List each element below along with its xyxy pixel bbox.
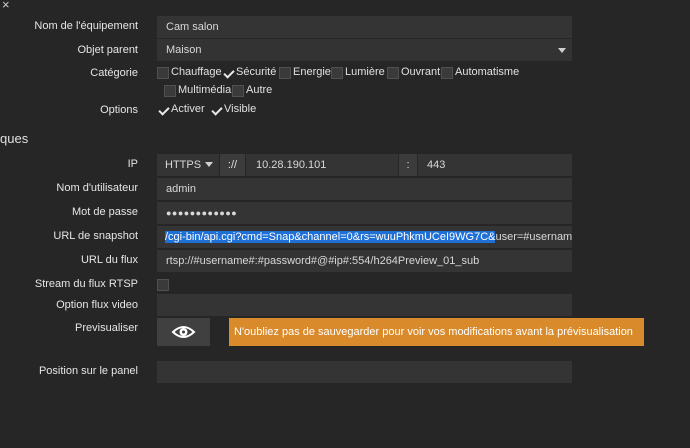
checkbox-visible[interactable] (210, 104, 222, 116)
checkbox-energie[interactable] (279, 67, 291, 79)
checkbox-rtsp[interactable] (157, 279, 169, 291)
label-category: Catégorie (90, 67, 138, 79)
port-input[interactable]: 443 (418, 154, 572, 176)
parent-select-value: Maison (166, 44, 202, 56)
checkbox-ouvrant[interactable] (387, 67, 399, 79)
snapshot-url-input[interactable]: /cgi-bin/api.cgi?cmd=Snap&channel=0&rs=w… (157, 226, 572, 248)
label-username: Nom d'utilisateur (56, 182, 138, 194)
parent-select[interactable]: Maison (157, 39, 572, 61)
label-preview: Previsualiser (75, 322, 138, 334)
label-panel-position: Position sur le panel (38, 365, 138, 377)
label-snapshot-url: URL de snapshot (53, 230, 138, 242)
checkbox-automatisme[interactable] (441, 67, 453, 79)
name-input[interactable]: Cam salon (157, 16, 572, 38)
stream-url-input[interactable]: rtsp://#username#:#password#@#ip#:554/h2… (157, 250, 572, 272)
save-warning-banner: N'oubliez pas de sauvegarder pour voir v… (229, 318, 644, 346)
label-name: Nom de l'équipement (34, 20, 138, 32)
checkbox-autre[interactable] (232, 85, 244, 97)
checkbox-label-securite: Sécurité (236, 66, 277, 78)
preview-button[interactable] (157, 318, 210, 346)
checkbox-label-ouvrant: Ouvrant (401, 66, 441, 78)
checkbox-lumiere[interactable] (331, 67, 343, 79)
checkbox-label-visible: Visible (224, 103, 257, 115)
label-options: Options (100, 104, 138, 116)
label-video-option: Option flux video (56, 299, 138, 311)
label-ip: IP (127, 158, 138, 170)
port-separator: : (399, 154, 417, 176)
username-input[interactable]: admin (157, 178, 572, 200)
snapshot-url-rest: user=#username#&passw (495, 231, 572, 243)
section-title: ques (0, 131, 29, 146)
checkbox-label-chauffage: Chauffage (171, 66, 222, 78)
ip-input[interactable]: 10.28.190.101 (246, 154, 398, 176)
label-rtsp: Stream du flux RTSP (34, 278, 138, 290)
chevron-down-icon (558, 48, 566, 53)
protocol-separator: :// (220, 154, 245, 176)
checkbox-label-energie: Energie (293, 66, 331, 78)
eye-icon (171, 326, 196, 338)
snapshot-url-selection: /cgi-bin/api.cgi?cmd=Snap&channel=0&rs=w… (165, 231, 496, 243)
label-password: Mot de passe (71, 206, 138, 218)
label-parent: Objet parent (77, 44, 138, 56)
checkbox-label-multimedia: Multimédia (178, 84, 232, 96)
protocol-select[interactable]: HTTPS (157, 154, 219, 176)
protocol-select-value: HTTPS (165, 159, 202, 171)
checkbox-activer[interactable] (157, 104, 169, 116)
checkbox-securite[interactable] (222, 67, 234, 79)
video-option-input[interactable] (157, 294, 572, 316)
checkbox-label-autre: Autre (246, 84, 273, 96)
panel-position-input[interactable] (157, 361, 572, 383)
checkbox-label-activer: Activer (171, 103, 205, 115)
checkbox-multimedia[interactable] (164, 85, 176, 97)
password-input[interactable]: ●●●●●●●●●●●● (157, 202, 572, 224)
close-icon[interactable]: × (2, 0, 10, 12)
label-stream-url: URL du flux (80, 254, 138, 266)
checkbox-chauffage[interactable] (157, 67, 169, 79)
chevron-down-icon (205, 162, 213, 167)
checkbox-label-lumiere: Lumière (345, 66, 385, 78)
checkbox-label-automatisme: Automatisme (455, 66, 520, 78)
